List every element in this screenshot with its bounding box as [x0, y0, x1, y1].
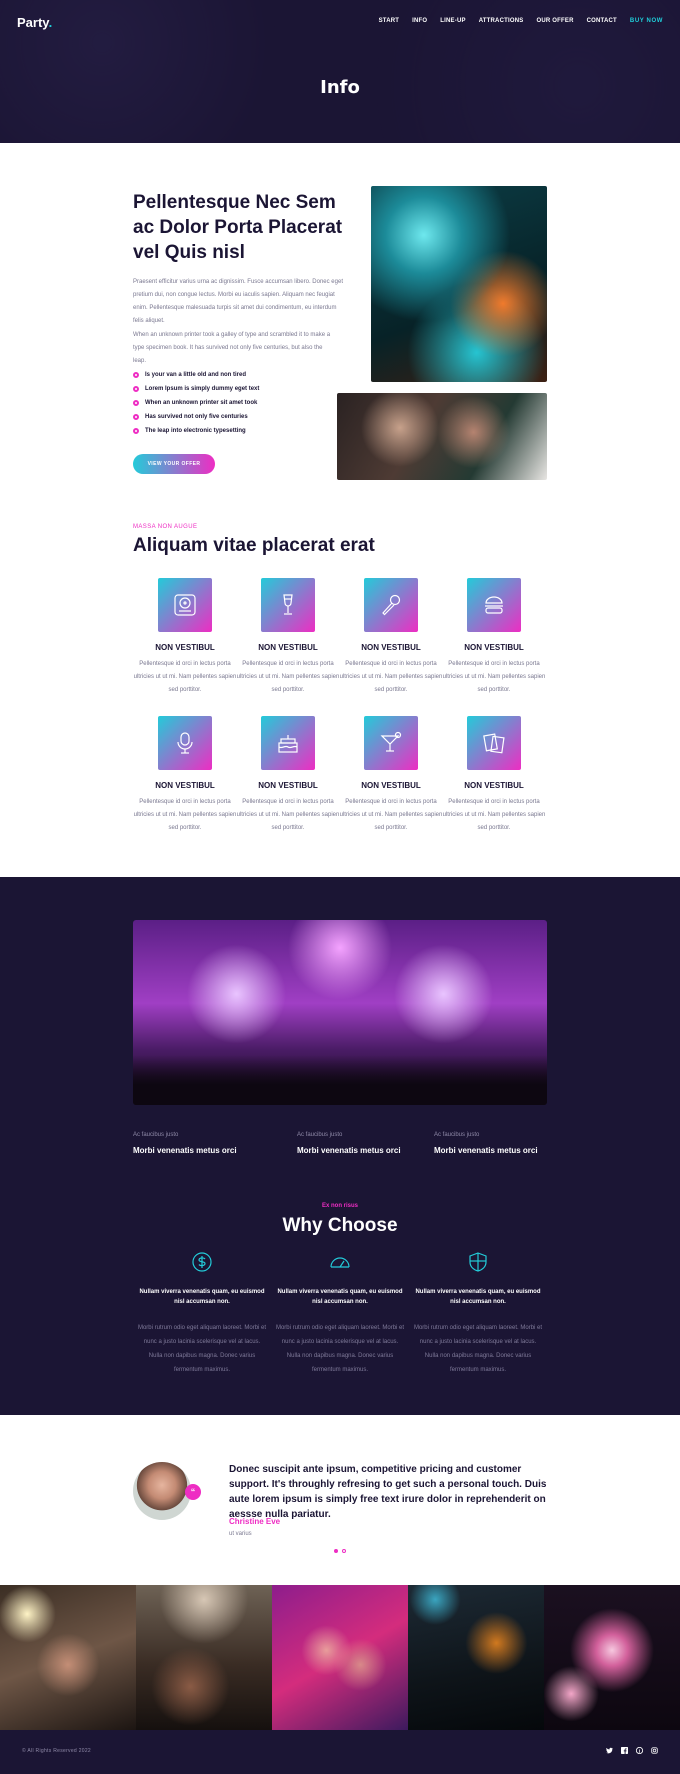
quote-icon: “ — [185, 1484, 201, 1500]
gauge-icon — [275, 1252, 405, 1272]
intro-title: Pellentesque Nec Sem ac Dolor Porta Plac… — [133, 192, 343, 263]
feature-text: Pellentesque id orci in lectus porta ult… — [133, 799, 237, 831]
feature-text: Pellentesque id orci in lectus porta ult… — [236, 799, 340, 831]
facebook-icon[interactable] — [621, 1747, 628, 1756]
why-item: Nullam viverra venenatis quam, eu euismo… — [137, 1252, 267, 1377]
nav-item-our-offer[interactable]: OUR OFFER — [536, 18, 573, 24]
feature-title: NON VESTIBUL — [155, 781, 215, 790]
gallery-photo[interactable] — [0, 1585, 136, 1730]
microphone-icon — [364, 578, 418, 632]
list-item: When an unknown printer sit amet took — [133, 396, 259, 410]
burger-icon — [467, 578, 521, 632]
nav-item-info[interactable]: INFO — [412, 18, 427, 24]
feature-title: NON VESTIBUL — [464, 643, 524, 652]
disc-player-icon — [158, 578, 212, 632]
feature-text: Pellentesque id orci in lectus porta ult… — [442, 799, 546, 831]
bullet-icon — [133, 400, 139, 406]
nav-item-contact[interactable]: CONTACT — [587, 18, 617, 24]
feature-text: Pellentesque id orci in lectus porta ult… — [236, 661, 340, 693]
feature-text: Pellentesque id orci in lectus porta ult… — [133, 661, 237, 693]
bullet-icon — [133, 386, 139, 392]
intro-paragraph-secondary: When an unknown printer took a galley of… — [133, 332, 331, 364]
buy-now-link[interactable]: BUY NOW — [630, 18, 663, 24]
intro-bullet-list: Is your van a little old and non tired L… — [133, 368, 259, 438]
bullet-icon — [133, 372, 139, 378]
why-title: Why Choose — [282, 1215, 398, 1236]
photo-gallery — [0, 1585, 680, 1730]
social-links — [606, 1746, 658, 1756]
gallery-photo[interactable] — [544, 1585, 680, 1730]
feature-card: NON VESTIBUL Pellentesque id orci in lec… — [133, 578, 237, 697]
list-item: Is your van a little old and non tired — [133, 368, 259, 382]
party-toast-photo — [337, 393, 547, 480]
stat-block: Ac faucibus justo Morbi venenatis metus … — [133, 1132, 237, 1155]
gallery-photo[interactable] — [408, 1585, 544, 1730]
feature-title: NON VESTIBUL — [361, 643, 421, 652]
wine-glass-icon — [261, 578, 315, 632]
list-item: Lorem Ipsum is simply dummy eget text — [133, 382, 259, 396]
why-item: Nullam viverra venenatis quam, eu euismo… — [275, 1252, 405, 1377]
feature-card: NON VESTIBUL Pellentesque id orci in lec… — [339, 716, 443, 835]
testimonial-quote: Donec suscipit ante ipsum, competitive p… — [229, 1464, 547, 1520]
features-kicker: MASSA NON AUGUE — [133, 524, 198, 530]
feature-card: NON VESTIBUL Pellentesque id orci in lec… — [133, 716, 237, 835]
nav-item-attractions[interactable]: ATTRACTIONS — [479, 18, 524, 24]
shield-icon — [413, 1252, 543, 1272]
carousel-dot[interactable] — [334, 1549, 338, 1553]
carousel-dot[interactable] — [342, 1549, 346, 1553]
stat-block: Ac faucibus justo Morbi venenatis metus … — [297, 1132, 401, 1155]
instagram-icon[interactable] — [651, 1747, 658, 1756]
gallery-photo[interactable] — [136, 1585, 272, 1730]
feature-title: NON VESTIBUL — [155, 643, 215, 652]
twitter-icon[interactable] — [606, 1747, 613, 1756]
feature-text: Pellentesque id orci in lectus porta ult… — [339, 661, 443, 693]
feature-title: NON VESTIBUL — [464, 781, 524, 790]
pinterest-icon[interactable] — [635, 1746, 644, 1756]
page-title: Info — [320, 77, 360, 98]
cocktail-icon — [364, 716, 418, 770]
testimonial-author: Christine Eve — [229, 1517, 281, 1526]
bullet-icon — [133, 428, 139, 434]
feature-title: NON VESTIBUL — [361, 781, 421, 790]
feature-card: NON VESTIBUL Pellentesque id orci in lec… — [236, 578, 340, 697]
why-kicker: Ex non risus — [321, 1203, 358, 1209]
gallery-photo[interactable] — [272, 1585, 408, 1730]
features-title: Aliquam vitae placerat erat — [133, 535, 375, 556]
hero-banner: Party. START INFO LINE-UP ATTRACTIONS OU… — [0, 0, 680, 143]
main-navigation: START INFO LINE-UP ATTRACTIONS OUR OFFER… — [379, 18, 663, 24]
dollar-icon — [137, 1252, 267, 1272]
cards-icon — [467, 716, 521, 770]
feature-card: NON VESTIBUL Pellentesque id orci in lec… — [442, 716, 546, 835]
view-offer-button[interactable]: VIEW YOUR OFFER — [133, 454, 215, 474]
testimonial-role: ut varius — [229, 1531, 252, 1537]
nav-item-start[interactable]: START — [379, 18, 400, 24]
studio-mic-icon — [158, 716, 212, 770]
testimonial-pagination — [334, 1549, 346, 1553]
feature-card: NON VESTIBUL Pellentesque id orci in lec… — [236, 716, 340, 835]
cake-icon — [261, 716, 315, 770]
copyright-text: © All Rights Reserved 2022 — [22, 1748, 92, 1754]
site-footer: © All Rights Reserved 2022 — [0, 1730, 680, 1774]
feature-card: NON VESTIBUL Pellentesque id orci in lec… — [339, 578, 443, 697]
balloon-lights-photo — [371, 186, 547, 382]
feature-title: NON VESTIBUL — [258, 781, 318, 790]
bullet-icon — [133, 414, 139, 420]
why-item: Nullam viverra venenatis quam, eu euismo… — [413, 1252, 543, 1377]
feature-text: Pellentesque id orci in lectus porta ult… — [442, 661, 546, 693]
avatar — [133, 1462, 191, 1520]
site-logo[interactable]: Party. — [17, 15, 52, 30]
stat-block: Ac faucibus justo Morbi venenatis metus … — [434, 1132, 538, 1155]
feature-text: Pellentesque id orci in lectus porta ult… — [339, 799, 443, 831]
feature-card: NON VESTIBUL Pellentesque id orci in lec… — [442, 578, 546, 697]
list-item: Has survived not only five centuries — [133, 410, 259, 424]
crowd-silhouette — [133, 1055, 547, 1105]
nav-item-lineup[interactable]: LINE-UP — [440, 18, 465, 24]
intro-paragraph: Praesent efficitur varius urna ac dignis… — [133, 279, 343, 324]
feature-title: NON VESTIBUL — [258, 643, 318, 652]
list-item: The leap into electronic typesetting — [133, 424, 259, 438]
